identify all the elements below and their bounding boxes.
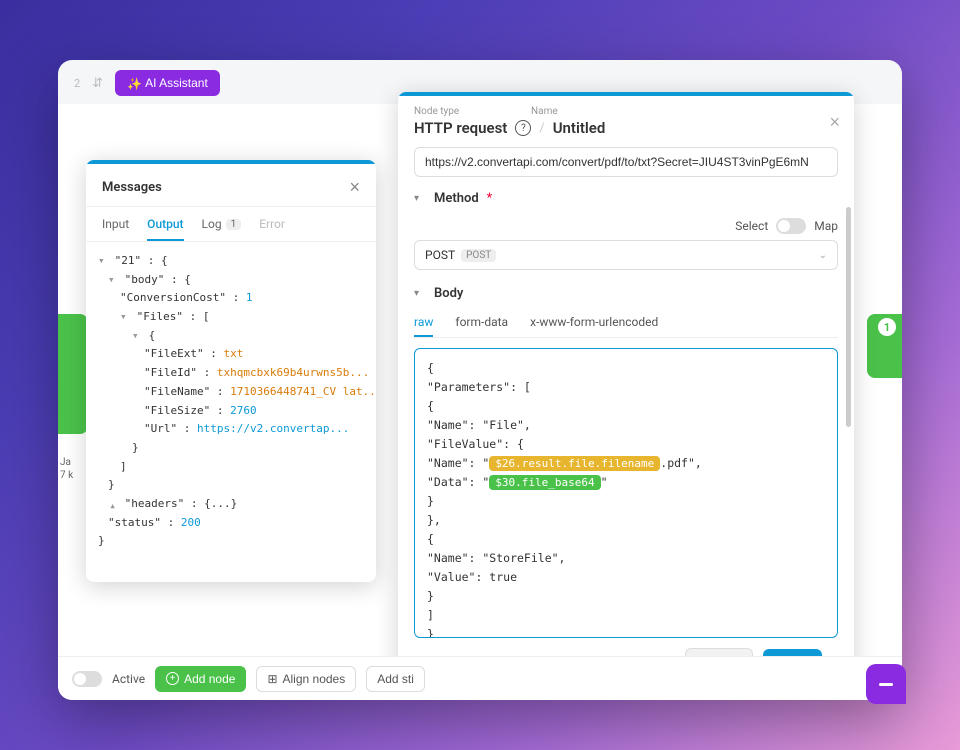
add-node-button[interactable]: + Add node (155, 666, 246, 692)
tab-output[interactable]: Output (147, 207, 183, 241)
http-title: HTTP request (414, 119, 507, 137)
chevron-down-icon: ▾ (414, 193, 426, 204)
help-icon[interactable]: ? (515, 120, 531, 136)
node-type-label: Node type (414, 106, 838, 117)
http-header: Node type Name HTTP request ? / Untitled… (398, 96, 854, 147)
body-tabs: raw form-data x-www-form-urlencoded (414, 309, 838, 338)
body-tab-urlencoded[interactable]: x-www-form-urlencoded (530, 309, 658, 337)
body-tab-formdata[interactable]: form-data (455, 309, 508, 337)
map-toggle-row: Select Map (414, 218, 838, 234)
bottom-toolbar: Active + Add node ⊞ Align nodes Add sti (58, 656, 902, 700)
node-name[interactable]: Untitled (553, 119, 606, 137)
map-toggle[interactable] (776, 218, 806, 234)
name-label: Name (531, 106, 558, 117)
method-section[interactable]: ▾ Method * (414, 191, 838, 206)
chat-fab[interactable] (866, 664, 906, 704)
tab-log[interactable]: Log 1 (202, 207, 242, 241)
scrollbar[interactable] (846, 207, 851, 598)
plus-icon: + (166, 672, 179, 685)
align-icon: ⊞ (267, 672, 277, 686)
active-label: Active (112, 672, 145, 686)
body-tab-raw[interactable]: raw (414, 309, 433, 337)
breadcrumb-sep: / (539, 121, 544, 136)
ai-assistant-label: AI Assistant (145, 76, 208, 90)
sparkle-icon: ✨ (127, 77, 139, 89)
ai-assistant-button[interactable]: ✨ AI Assistant (115, 70, 220, 96)
messages-title: Messages (102, 180, 162, 195)
app-window: 2 ⇵ ✨ AI Assistant Ja7 k 1 Messages × In… (58, 60, 902, 700)
tree-icon[interactable]: ⇵ (92, 76, 103, 91)
variable-pill[interactable]: $30.file_base64 (489, 475, 600, 490)
messages-tabs: Input Output Log 1 Error (86, 207, 376, 242)
node-label: Ja7 k (58, 456, 73, 482)
output-json[interactable]: ▾ "21" : { ▾ "body" : { "ConversionCost"… (86, 242, 376, 582)
align-nodes-button[interactable]: ⊞ Align nodes (256, 666, 356, 692)
chevron-down-icon: ⌄ (819, 250, 827, 261)
node-green-right[interactable]: 1 (867, 314, 902, 378)
node-badge: 1 (878, 318, 896, 336)
tab-input[interactable]: Input (102, 207, 129, 241)
body-editor[interactable]: { "Parameters": [ { "Name": "File", "Fil… (414, 348, 838, 638)
node-green-left[interactable] (58, 314, 88, 434)
messages-header: Messages × (86, 164, 376, 207)
chat-icon (879, 683, 893, 686)
tab-error[interactable]: Error (259, 207, 285, 241)
chevron-down-icon: ▾ (414, 288, 426, 299)
scrollbar-thumb[interactable] (846, 207, 851, 427)
variable-pill[interactable]: $26.result.file.filename (489, 456, 660, 471)
menu-icon[interactable]: 2 (74, 77, 80, 90)
messages-panel: Messages × Input Output Log 1 Error ▾ "2… (86, 160, 376, 582)
method-select[interactable]: POST POST ⌄ (414, 240, 838, 270)
http-panel: Node type Name HTTP request ? / Untitled… (398, 92, 854, 688)
http-content: ▾ Method * Select Map POST POST ⌄ ▾ Body… (398, 147, 854, 688)
body-section[interactable]: ▾ Body (414, 286, 838, 301)
close-icon[interactable]: × (829, 112, 840, 133)
close-icon[interactable]: × (349, 178, 360, 196)
active-toggle[interactable] (72, 671, 102, 687)
url-input[interactable] (414, 147, 838, 177)
add-sticky-button[interactable]: Add sti (366, 666, 425, 692)
